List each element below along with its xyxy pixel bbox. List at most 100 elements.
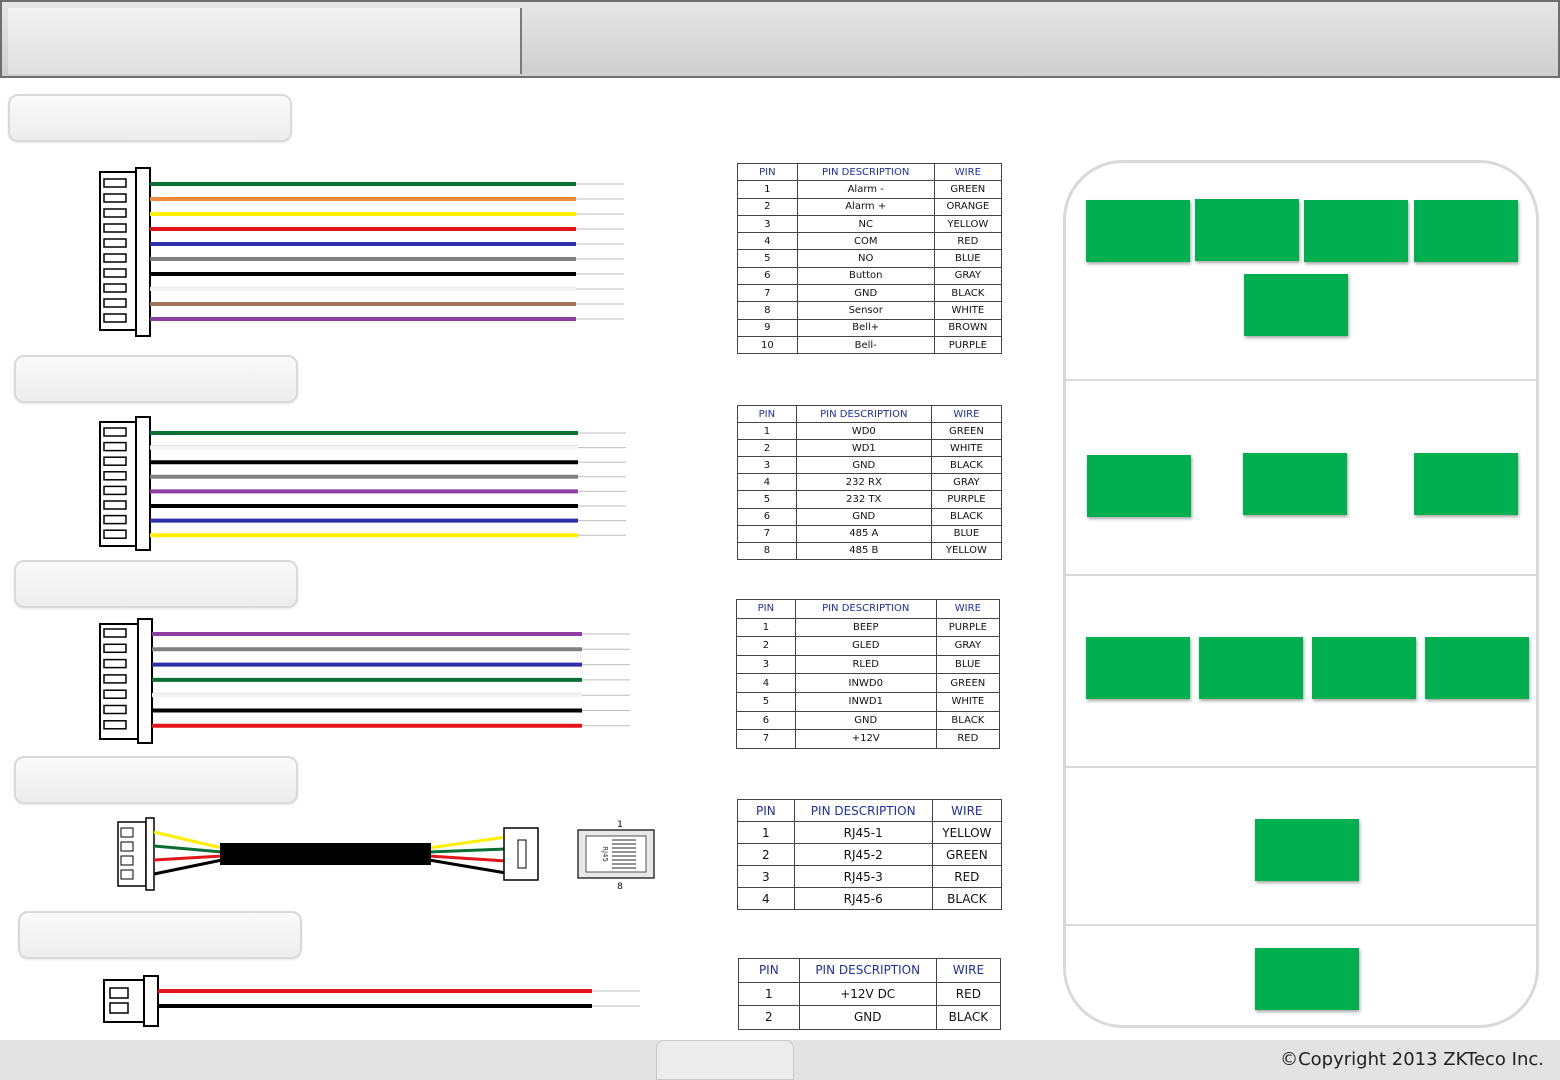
cell-wire: WHITE	[935, 691, 1001, 712]
connector-pin	[103, 704, 127, 715]
connector-pin	[103, 500, 127, 510]
cell-wire: BLACK	[933, 284, 1003, 303]
cell-desc: RLED	[794, 654, 937, 675]
table-row: 5 INWD1 WHITE	[736, 691, 1001, 712]
header-desc: PIN DESCRIPTION	[798, 958, 937, 983]
header-desc: PIN DESCRIPTION	[794, 599, 937, 619]
table-header-row: PIN PIN DESCRIPTION WIRE	[736, 599, 1001, 619]
cell-pin: 2	[737, 439, 797, 458]
cell-desc: WD0	[795, 422, 932, 441]
table-header-row: PIN PIN DESCRIPTION WIRE	[738, 958, 1002, 983]
cell-pin: 7	[736, 729, 796, 749]
cell-pin: 7	[737, 284, 798, 303]
cell-wire: RED	[933, 232, 1003, 251]
table-row: 6 GND BLACK	[737, 507, 1003, 526]
connector-pin	[103, 427, 127, 437]
header-pin: PIN	[736, 599, 796, 619]
table-row: 5 232 TX PURPLE	[737, 490, 1003, 509]
connector-pin	[103, 193, 127, 203]
panel-divider-4	[1066, 924, 1538, 926]
cell-desc: Bell-	[796, 335, 935, 355]
header-desc: PIN DESCRIPTION	[795, 404, 932, 424]
cell-pin: 2	[738, 1005, 800, 1030]
cell-desc: +12V	[794, 729, 937, 749]
cell-pin: 1	[737, 821, 795, 844]
cell-pin: 3	[737, 865, 795, 888]
connector-pin	[103, 674, 127, 684]
cell-desc: RJ45-3	[793, 865, 933, 888]
table-row: 10 Bell- PURPLE	[737, 335, 1003, 355]
cell-wire: RED	[935, 729, 1001, 749]
cell-wire: BLACK	[930, 507, 1003, 526]
connector-pin	[103, 720, 127, 730]
panel-divider-2	[1066, 574, 1538, 576]
green-box	[1087, 455, 1191, 517]
cell-desc: 485 B	[795, 541, 932, 560]
cell-wire: PURPLE	[935, 617, 1001, 638]
cell-desc: +12V DC	[798, 981, 937, 1006]
cell-desc: 485 A	[795, 524, 932, 543]
cell-pin: 1	[737, 422, 797, 441]
table-row: 6 Button GRAY	[737, 266, 1003, 286]
cell-wire: ORANGE	[933, 197, 1003, 216]
table-row: 4 RJ45-6 BLACK	[737, 887, 1003, 910]
cell-wire: BLACK	[930, 456, 1003, 475]
cell-desc: Alarm +	[796, 197, 935, 216]
footer-page-tab	[656, 1040, 794, 1080]
cell-wire: BLUE	[930, 524, 1003, 543]
cell-wire: RED	[935, 981, 1002, 1006]
wire	[428, 858, 507, 875]
connector-pin	[103, 471, 127, 481]
cell-pin: 3	[736, 654, 796, 675]
green-box	[1414, 453, 1518, 515]
table-row: 2 GLED GRAY	[736, 636, 1001, 656]
table-row: 5 NO BLUE	[737, 249, 1003, 268]
header-pin: PIN	[737, 404, 797, 424]
table-row: 3 RJ45-3 RED	[737, 865, 1003, 888]
cell-pin: 3	[737, 456, 797, 475]
pin-table-1: PIN PIN DESCRIPTION WIRE 1 Alarm - GREEN 2 Alar…	[737, 162, 1003, 355]
table-row: 7 +12V RED	[736, 729, 1001, 749]
header-wire: WIRE	[930, 404, 1003, 424]
cell-pin: 7	[737, 524, 797, 543]
cell-wire: GRAY	[930, 473, 1003, 492]
header-desc: PIN DESCRIPTION	[793, 799, 933, 822]
connector-pin	[103, 253, 127, 263]
green-box	[1255, 819, 1359, 881]
cell-pin: 4	[737, 473, 797, 492]
table-row: 1 BEEP PURPLE	[736, 617, 1001, 638]
cell-wire: BROWN	[933, 318, 1003, 337]
header-wire: WIRE	[931, 799, 1003, 822]
table-row: 3 GND BLACK	[737, 456, 1003, 475]
cell-desc: RJ45-2	[793, 843, 933, 866]
cell-pin: 4	[736, 673, 796, 693]
cell-wire: BLACK	[935, 710, 1001, 731]
cell-pin: 3	[737, 214, 798, 234]
cell-wire: GREEN	[933, 180, 1003, 199]
cell-wire: YELLOW	[930, 541, 1003, 560]
cell-desc: NC	[796, 214, 935, 234]
green-box	[1086, 637, 1190, 699]
rj45-pin-bottom: 8	[617, 882, 623, 892]
cell-desc: Button	[796, 266, 935, 286]
table-row: 1 RJ45-1 YELLOW	[737, 821, 1003, 844]
table-row: 7 GND BLACK	[737, 284, 1003, 303]
cell-desc: GND	[795, 456, 932, 475]
panel-divider-1	[1066, 379, 1538, 381]
wiring-diagrams: RJ45 1 8	[99, 167, 655, 1027]
connector-pin	[103, 238, 127, 248]
table-row: 1 WD0 GREEN	[737, 422, 1003, 441]
cell-wire: RED	[931, 865, 1003, 888]
table-header-row: PIN PIN DESCRIPTION WIRE	[737, 404, 1003, 424]
wire	[153, 858, 223, 876]
connector-pin	[103, 514, 127, 525]
wire	[153, 854, 223, 862]
cell-wire: BLUE	[933, 249, 1003, 268]
table-row: 4 232 RX GRAY	[737, 473, 1003, 492]
pin-table-5: PIN PIN DESCRIPTION WIRE 1 +12V DC RED 2 GND BLA…	[738, 958, 1002, 1030]
cell-desc: INWD0	[794, 673, 937, 693]
green-box	[1255, 948, 1359, 1010]
table-row: 7 485 A BLUE	[737, 524, 1003, 543]
connector-4	[117, 817, 539, 891]
cell-pin: 6	[737, 507, 797, 526]
